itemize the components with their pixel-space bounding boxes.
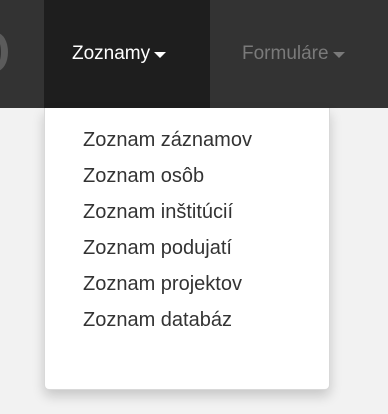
dropdown-item-zoznam-projektov[interactable]: Zoznam projektov bbox=[45, 266, 329, 302]
dropdown-item-zoznam-databaz[interactable]: Zoznam databáz bbox=[45, 302, 329, 338]
nav-menu-zoznamy-label: Zoznamy bbox=[72, 43, 151, 64]
top-navbar: Zoznamy Formuláre bbox=[0, 0, 388, 108]
brand-logo-fragment[interactable] bbox=[0, 33, 8, 71]
nav-menu-formulare-label: Formuláre bbox=[242, 43, 329, 64]
nav-menu-formulare[interactable]: Formuláre bbox=[214, 0, 388, 108]
zoznamy-dropdown-menu: Zoznam záznamov Zoznam osôb Zoznam inšti… bbox=[44, 108, 330, 390]
nav-menu-zoznamy[interactable]: Zoznamy bbox=[44, 0, 210, 108]
caret-down-icon bbox=[154, 52, 167, 58]
dropdown-item-zoznam-podujati[interactable]: Zoznam podujatí bbox=[45, 230, 329, 266]
caret-down-icon bbox=[332, 52, 345, 58]
dropdown-item-zoznam-osob[interactable]: Zoznam osôb bbox=[45, 158, 329, 194]
dropdown-item-zoznam-zaznamov[interactable]: Zoznam záznamov bbox=[45, 122, 329, 158]
dropdown-item-zoznam-institucii[interactable]: Zoznam inštitúcií bbox=[45, 194, 329, 230]
